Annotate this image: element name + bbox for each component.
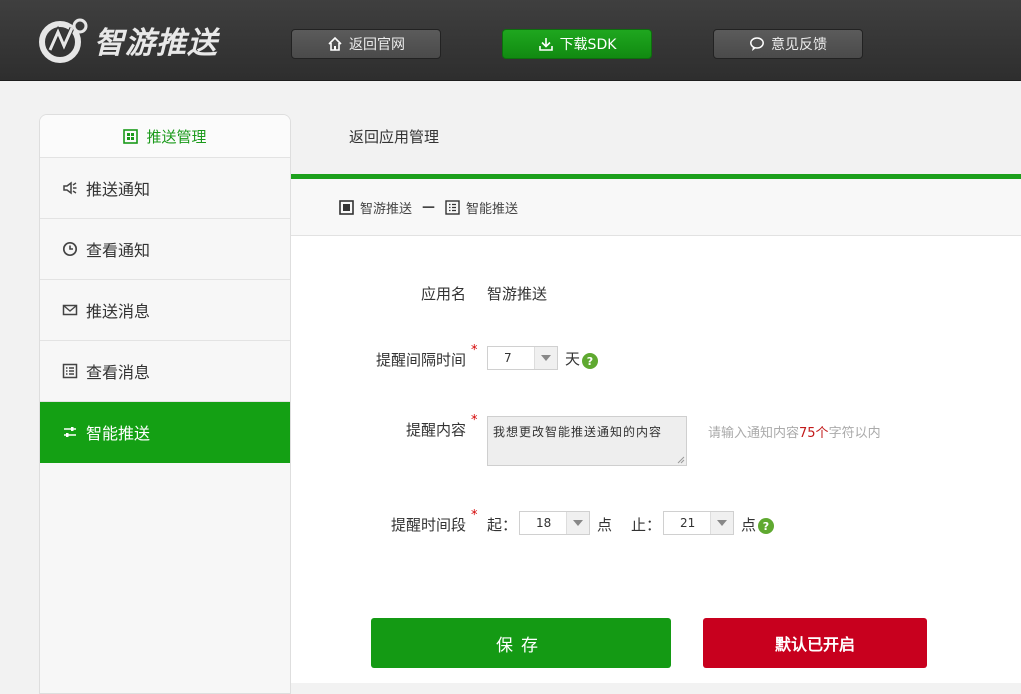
back-to-site-button[interactable]: 返回官网	[291, 29, 441, 59]
sidebar-item-push-notification[interactable]: 推送通知	[40, 158, 290, 219]
interval-label: 提醒间隔时间	[375, 351, 466, 369]
required-mark: *	[471, 343, 478, 358]
interval-unit: 天	[565, 350, 581, 368]
back-to-app-management-link[interactable]: 返回应用管理	[349, 126, 439, 147]
home-icon	[328, 36, 342, 51]
square-icon	[339, 199, 354, 215]
app-name-value: 智游推送	[487, 285, 548, 303]
breadcrumb: 智游推送 — 智能推送	[291, 179, 1021, 236]
grid-icon	[123, 128, 139, 144]
logo-mark-icon	[38, 16, 90, 64]
download-sdk-button[interactable]: 下载SDK	[502, 29, 652, 59]
sliders-icon	[64, 427, 76, 437]
chevron-down-icon	[710, 512, 733, 534]
content-textarea[interactable]: 我想更改智能推送通知的内容	[487, 416, 687, 466]
top-header: 智游推送 返回官网 下载SDK 意见反馈	[0, 0, 1021, 81]
logo[interactable]: 智游推送	[38, 14, 218, 66]
speaker-icon	[63, 181, 77, 195]
char-limit: 75个	[799, 426, 829, 441]
end-hour-value: 21	[680, 516, 696, 530]
chat-bubble-icon	[750, 37, 764, 51]
start-hour-value: 18	[536, 516, 552, 530]
list-icon	[445, 199, 460, 215]
sidebar-item-view-notification[interactable]: 查看通知	[40, 219, 290, 280]
sidebar-item-view-message[interactable]: 查看消息	[40, 341, 290, 402]
content-label: 提醒内容	[405, 421, 466, 439]
period-label: 提醒时间段	[390, 516, 466, 534]
sidebar-item-push-message[interactable]: 推送消息	[40, 280, 290, 341]
default-enabled-button[interactable]: 默认已开启	[703, 618, 927, 668]
end-unit: 点	[741, 516, 757, 534]
resize-grip-icon[interactable]	[677, 456, 685, 464]
required-mark: *	[471, 413, 478, 428]
envelope-icon	[62, 304, 78, 316]
breadcrumb-current: 智能推送	[466, 201, 519, 217]
sidebar-title: 推送管理	[40, 115, 290, 158]
required-mark: *	[471, 508, 478, 523]
sidebar-item-smart-push[interactable]: 智能推送	[40, 402, 290, 463]
logo-text: 智游推送	[94, 26, 218, 61]
content-hint: 请输入通知内容75个字符以内	[708, 426, 881, 441]
clock-icon	[62, 241, 78, 257]
list-icon	[62, 363, 78, 379]
download-icon	[538, 38, 553, 51]
interval-select-value: 7	[504, 351, 512, 365]
start-label: 起：	[487, 516, 518, 534]
end-label: 止：	[631, 516, 662, 534]
start-unit: 点	[597, 516, 613, 534]
sidebar: 推送管理 推送通知 查看通知 推送消息 查看消息 智能推送	[39, 114, 291, 694]
start-hour-select[interactable]: 18	[519, 511, 590, 535]
app-name-label: 应用名	[420, 285, 466, 303]
interval-select[interactable]: 7	[487, 346, 558, 370]
chevron-down-icon	[534, 347, 557, 369]
save-button[interactable]: 保存	[371, 618, 671, 668]
content-text: 我想更改智能推送通知的内容	[493, 425, 663, 439]
help-icon[interactable]: ?	[582, 353, 598, 369]
breadcrumb-separator: —	[422, 199, 436, 215]
end-hour-select[interactable]: 21	[663, 511, 734, 535]
breadcrumb-home[interactable]: 智游推送	[360, 198, 412, 217]
chevron-down-icon	[566, 512, 589, 534]
feedback-button[interactable]: 意见反馈	[713, 29, 863, 59]
help-icon[interactable]: ?	[758, 518, 774, 534]
